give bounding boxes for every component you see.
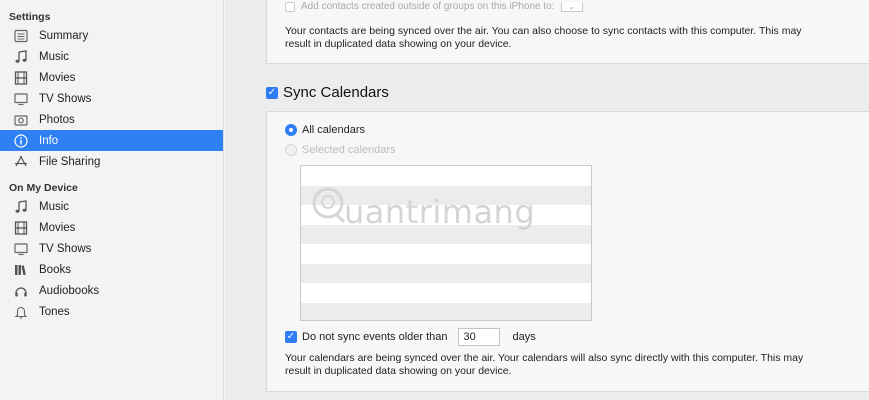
- selected-calendars-option: Selected calendars: [285, 144, 396, 156]
- all-calendars-label: All calendars: [302, 124, 365, 136]
- sidebar-item-label: Audiobooks: [39, 284, 100, 297]
- calendars-description-line1: Your calendars are being synced over the…: [285, 352, 804, 364]
- sidebar-item-label: Info: [39, 134, 59, 147]
- sidebar-item-file-sharing[interactable]: File Sharing: [0, 151, 223, 172]
- sidebar-item-device-audiobooks[interactable]: Audiobooks: [0, 280, 223, 301]
- on-my-device-heading: On My Device: [9, 182, 78, 194]
- sidebar-item-label: Tones: [39, 305, 70, 318]
- old-events-checkbox[interactable]: ✓: [285, 331, 297, 343]
- all-calendars-radio[interactable]: [285, 124, 297, 136]
- contacts-description: Your contacts are being synced over the …: [285, 25, 869, 51]
- old-events-option: ✓ Do not sync events older than days: [285, 328, 536, 346]
- bell-icon: [14, 305, 28, 319]
- contacts-panel: Add contacts created outside of groups o…: [266, 0, 869, 64]
- list-item: [301, 185, 591, 205]
- list-item: [301, 244, 591, 264]
- film-icon: [14, 70, 28, 85]
- contacts-description-line1: Your contacts are being synced over the …: [285, 25, 802, 37]
- sidebar-item-label: Movies: [39, 221, 76, 234]
- info-icon: [14, 133, 28, 148]
- list-item: [301, 283, 591, 303]
- calendars-description: Your calendars are being synced over the…: [285, 352, 869, 378]
- sidebar-item-label: Music: [39, 50, 70, 63]
- summary-icon: [14, 29, 28, 43]
- calendars-description-line2: result in duplicated data showing on you…: [285, 365, 512, 377]
- contacts-group-option-label: Add contacts created outside of groups o…: [301, 1, 555, 12]
- calendars-panel: All calendars Selected calendars ✓ Do no…: [266, 111, 869, 392]
- sidebar-item-device-movies[interactable]: Movies: [0, 217, 223, 238]
- old-events-label: Do not sync events older than: [302, 331, 448, 343]
- sidebar-item-tv-shows[interactable]: TV Shows: [0, 88, 223, 109]
- list-item: [301, 205, 591, 225]
- contacts-group-option[interactable]: Add contacts created outside of groups o…: [285, 1, 583, 12]
- sidebar-item-device-music[interactable]: Music: [0, 196, 223, 217]
- sidebar-item-label: Books: [39, 263, 71, 276]
- sidebar-item-label: Music: [39, 200, 70, 213]
- sidebar-item-label: TV Shows: [39, 242, 92, 255]
- sync-calendars-checkbox[interactable]: ✓: [266, 86, 278, 99]
- sidebar-item-device-tv-shows[interactable]: TV Shows: [0, 238, 223, 259]
- tv-icon: [14, 92, 28, 106]
- calendar-list: [300, 165, 592, 321]
- list-item: [301, 224, 591, 244]
- days-label: days: [512, 331, 536, 343]
- old-events-days-input[interactable]: [457, 328, 500, 346]
- sidebar: Settings Summary Music Movies TV Shows P…: [0, 0, 224, 400]
- contacts-group-checkbox[interactable]: [285, 1, 295, 12]
- sidebar-item-label: Movies: [39, 71, 76, 84]
- contacts-group-select[interactable]: ⌄: [560, 1, 583, 12]
- list-item: [301, 263, 591, 283]
- settings-heading: Settings: [9, 11, 51, 23]
- app-store-icon: [14, 155, 28, 169]
- sidebar-item-movies[interactable]: Movies: [0, 67, 223, 88]
- sidebar-item-summary[interactable]: Summary: [0, 25, 223, 46]
- contacts-description-line2: result in duplicated data showing on you…: [285, 38, 512, 50]
- sync-calendars-label: Sync Calendars: [283, 84, 389, 101]
- list-item: [301, 302, 591, 320]
- books-icon: [14, 263, 28, 277]
- camera-icon: [14, 113, 28, 127]
- sidebar-item-device-tones[interactable]: Tones: [0, 301, 223, 322]
- sidebar-item-photos[interactable]: Photos: [0, 109, 223, 130]
- music-note-icon: [14, 199, 28, 214]
- selected-calendars-radio: [285, 144, 297, 156]
- sidebar-item-info[interactable]: Info: [0, 130, 223, 151]
- film-icon: [14, 220, 28, 235]
- music-note-icon: [14, 49, 28, 64]
- sidebar-item-label: Photos: [39, 113, 75, 126]
- headphones-icon: [14, 284, 28, 298]
- sidebar-item-label: File Sharing: [39, 155, 101, 168]
- sidebar-item-label: Summary: [39, 29, 89, 42]
- main-content: Add contacts created outside of groups o…: [225, 0, 869, 400]
- selected-calendars-label: Selected calendars: [302, 144, 396, 156]
- sidebar-item-device-books[interactable]: Books: [0, 259, 223, 280]
- list-item: [301, 166, 591, 186]
- sidebar-item-label: TV Shows: [39, 92, 92, 105]
- sidebar-item-music[interactable]: Music: [0, 46, 223, 67]
- sync-calendars-toggle[interactable]: ✓ Sync Calendars: [266, 84, 389, 101]
- tv-icon: [14, 242, 28, 256]
- all-calendars-option[interactable]: All calendars: [285, 124, 365, 136]
